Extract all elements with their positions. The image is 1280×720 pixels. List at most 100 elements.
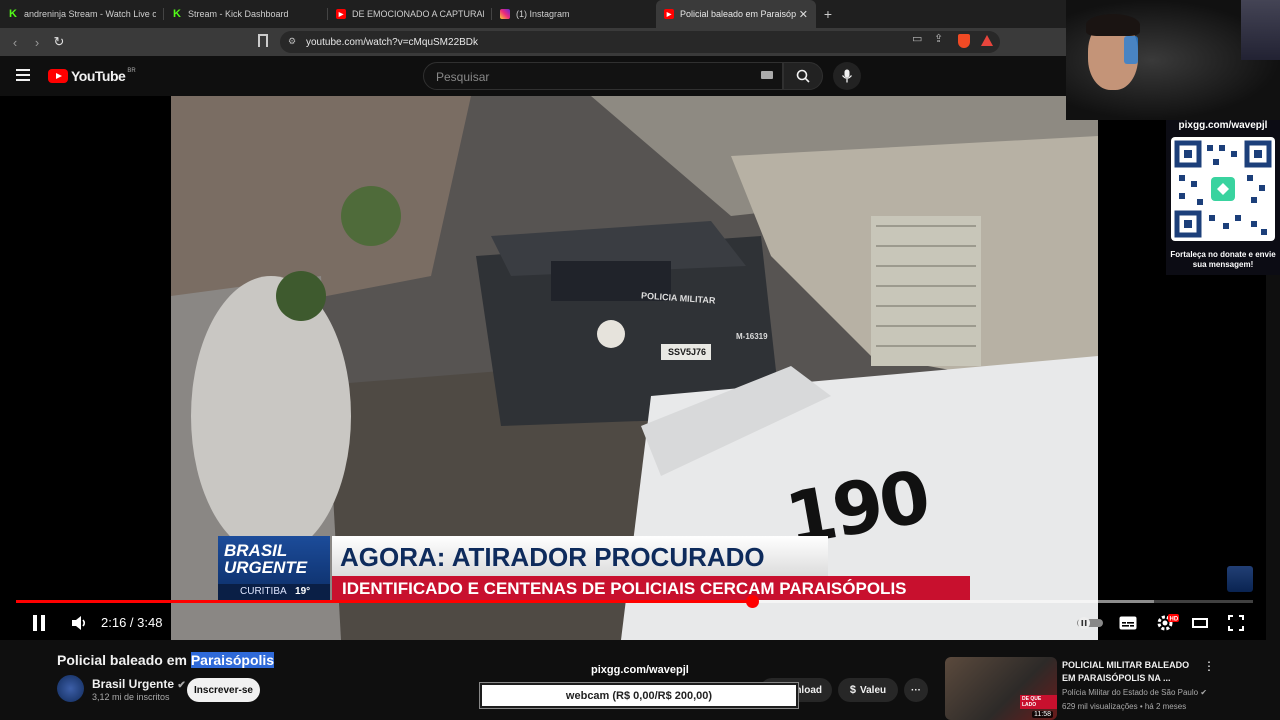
autoplay-icon xyxy=(1077,617,1103,629)
volume-icon xyxy=(72,616,86,630)
keyboard-icon[interactable] xyxy=(761,71,773,79)
close-tab-icon[interactable]: ✕ xyxy=(799,8,808,21)
youtube-icon: ▶ xyxy=(336,9,346,19)
fullscreen-icon xyxy=(1228,615,1244,631)
kick-icon: K xyxy=(173,8,181,20)
thanks-icon: $ xyxy=(849,684,856,696)
subhead-text: IDENTIFICADO E CENTENAS DE POLICIAIS CER… xyxy=(332,576,970,600)
youtube-logo[interactable]: YouTube BR xyxy=(48,68,136,84)
svg-text:HD: HD xyxy=(1170,617,1179,623)
donate-overlay: pixgg.com/wavepjl Fortaleça no donate e … xyxy=(1166,120,1280,275)
theater-mode-button[interactable] xyxy=(1192,617,1208,629)
reload-icon[interactable]: ↻ xyxy=(48,31,70,53)
kick-icon: K xyxy=(9,8,17,20)
donation-goal-box: webcam (R$ 0,00/R$ 200,00) xyxy=(479,682,799,709)
car-id-text: M-16319 xyxy=(736,332,768,341)
bookmark-icon[interactable] xyxy=(258,34,268,47)
theater-icon xyxy=(1192,618,1208,628)
scrubber-handle[interactable] xyxy=(746,595,759,608)
video-player[interactable]: POLICIA MILITAR SSV5J76 M-16319 190 BRAS… xyxy=(0,96,1266,640)
news-lower-third: BRASIL URGENTE CURITIBA 19° AGORA: ATIRA… xyxy=(218,536,978,600)
browser-tab[interactable]: (1) Instagram xyxy=(492,0,656,28)
tab-label: Stream - Kick Dashboard xyxy=(188,9,289,19)
webcam-overlay xyxy=(1066,0,1280,120)
subscriber-count: 3,12 mi de inscritos xyxy=(92,692,170,702)
fullscreen-button[interactable] xyxy=(1228,615,1244,631)
search-icon xyxy=(796,69,810,83)
url-text: youtube.com/watch?v=cMquSM22BDk xyxy=(306,36,479,48)
youtube-play-icon xyxy=(48,69,68,83)
menu-icon[interactable] xyxy=(16,69,30,81)
brand-line1: BRASIL xyxy=(224,541,288,560)
more-icon: ··· xyxy=(911,684,921,696)
browser-tab-strip: K andreninja Stream - Watch Live on K K … xyxy=(0,0,1066,28)
progress-bar[interactable] xyxy=(16,595,1253,608)
download-label: nload xyxy=(795,684,822,696)
webcam-background xyxy=(1241,0,1280,60)
pause-icon xyxy=(33,615,45,631)
time-display: 2:16 / 3:48 xyxy=(101,615,163,630)
autoplay-toggle[interactable] xyxy=(1077,617,1103,629)
time-current: 2:16 xyxy=(101,615,127,630)
browser-toolbar: ‹ › ↻ ⚙ youtube.com/watch?v=cMquSM22BDk … xyxy=(0,28,1066,56)
youtube-header: YouTube BR Pesquisar xyxy=(0,56,1066,96)
donate-message: Fortaleça no donate e envie sua mensagem… xyxy=(1170,250,1276,269)
search-button[interactable] xyxy=(783,62,823,90)
browser-tab[interactable]: K andreninja Stream - Watch Live on K xyxy=(0,0,164,28)
related-meta: 629 mil visualizações • há 2 meses xyxy=(1062,702,1187,711)
rewards-icon[interactable] xyxy=(981,35,993,46)
car-plate-text: SSV5J76 xyxy=(668,347,707,357)
youtube-icon: ▶ xyxy=(664,9,674,19)
related-thumbnail[interactable]: DE QUE LADO 11:58 xyxy=(945,657,1057,720)
logo-text: YouTube xyxy=(71,68,126,84)
tab-label: andreninja Stream - Watch Live on K xyxy=(24,9,156,19)
thanks-button[interactable]: $ Valeu xyxy=(838,678,898,702)
browser-tab-active[interactable]: ▶ Policial baleado em Paraisóp ✕ xyxy=(656,0,816,28)
microphone-icon xyxy=(841,69,853,83)
tab-label: DE EMOCIONADO A CAPTURADO, A xyxy=(352,9,484,19)
played-bar xyxy=(16,600,752,603)
address-bar[interactable]: ⚙ youtube.com/watch?v=cMquSM22BDk xyxy=(280,31,1000,53)
temp-text: 19° xyxy=(295,586,311,597)
back-icon[interactable]: ‹ xyxy=(4,31,26,53)
subtitles-icon xyxy=(1119,616,1137,630)
qr-code-icon xyxy=(1174,140,1272,238)
browser-tab[interactable]: ▶ DE EMOCIONADO A CAPTURADO, A xyxy=(328,0,492,28)
subscribe-button[interactable]: Inscrever-se xyxy=(187,678,260,702)
title-highlight: Paraisópolis xyxy=(190,652,275,668)
time-total: 3:48 xyxy=(137,615,163,630)
subtitles-button[interactable] xyxy=(1119,616,1137,630)
tab-label: Policial baleado em Paraisóp xyxy=(680,9,797,19)
new-tab-icon[interactable]: + xyxy=(816,2,840,26)
pause-button[interactable] xyxy=(31,614,47,632)
forward-icon[interactable]: › xyxy=(26,31,48,53)
background-light xyxy=(1124,36,1138,64)
site-info-icon[interactable]: ⚙ xyxy=(288,36,296,47)
channel-avatar[interactable] xyxy=(57,675,84,702)
video-duration: 11:58 xyxy=(1032,711,1053,718)
streamer-hair xyxy=(1086,14,1140,36)
browser-tab[interactable]: K Stream - Kick Dashboard xyxy=(164,0,328,28)
instagram-icon xyxy=(500,9,510,19)
verified-icon: ✔ xyxy=(1200,688,1208,697)
gear-icon: HD xyxy=(1157,614,1179,631)
tab-label: (1) Instagram xyxy=(516,9,570,19)
more-actions-button[interactable]: ··· xyxy=(904,678,928,702)
brave-shield-icon[interactable] xyxy=(958,34,970,48)
search-input[interactable]: Pesquisar xyxy=(423,62,783,90)
city-text: CURITIBA xyxy=(240,586,287,597)
volume-button[interactable] xyxy=(70,614,88,632)
channel-watermark[interactable] xyxy=(1227,566,1253,592)
related-menu-icon[interactable]: ⋮ xyxy=(1203,659,1215,673)
brand-line2: URGENTE xyxy=(224,558,308,577)
share-icon[interactable]: ⇪ xyxy=(934,32,943,45)
settings-button[interactable]: HD xyxy=(1157,614,1179,632)
title-text: Policial baleado em xyxy=(57,652,191,668)
related-title[interactable]: POLICIAL MILITAR BALEADO EM PARAISÓPOLIS… xyxy=(1062,659,1202,685)
voice-search-button[interactable] xyxy=(833,62,861,90)
related-channel[interactable]: Polícia Militar do Estado de São Paulo ✔ xyxy=(1062,688,1207,697)
cast-icon[interactable]: ▭ xyxy=(912,32,922,45)
pix-label: pixgg.com/wavepjl xyxy=(591,664,689,676)
qr-code xyxy=(1171,137,1275,241)
channel-name[interactable]: Brasil Urgente ✔ xyxy=(92,677,186,691)
